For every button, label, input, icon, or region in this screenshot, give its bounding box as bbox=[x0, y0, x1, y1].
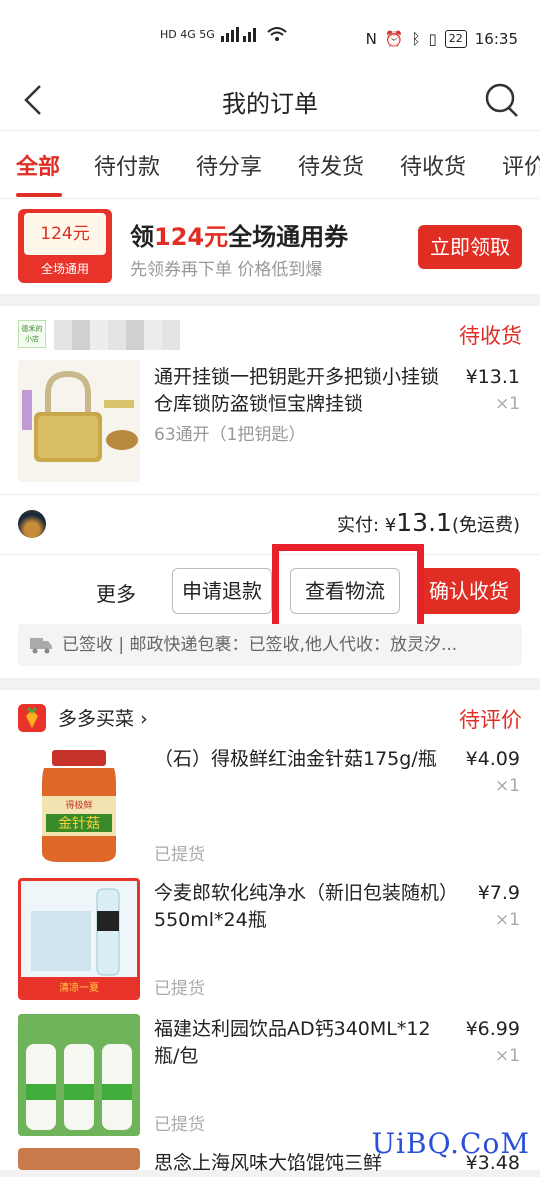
search-icon bbox=[485, 83, 518, 117]
ad-calcium-drink-image bbox=[18, 1014, 140, 1136]
coupon-title-prefix: 领 bbox=[130, 223, 154, 251]
pickup-status: 已提货 bbox=[154, 979, 205, 999]
order-status: 待评价 bbox=[459, 708, 522, 732]
page-title: 我的订单 bbox=[222, 90, 318, 118]
product-price: ¥13.1 bbox=[465, 366, 520, 388]
wifi-icon bbox=[267, 27, 287, 41]
order-card: 德禾的小店 待收货 通开挂锁一把钥匙开多把锁小挂锁仓库锁防盗锁恒宝牌挂锁 ¥13… bbox=[0, 306, 540, 678]
coupon-subtitle: 先领券再下单 价格低到爆 bbox=[130, 260, 323, 280]
paid-currency: ¥ bbox=[384, 515, 397, 536]
shop-name[interactable]: 多多买菜 › bbox=[58, 704, 148, 731]
alarm-icon: ⏰ bbox=[384, 30, 404, 48]
clock: 16:35 bbox=[474, 30, 518, 48]
paid-value: 13.1 bbox=[396, 508, 452, 537]
coupon-title: 领124元全场通用券 bbox=[130, 217, 348, 252]
product-price: ¥6.99 bbox=[465, 1018, 520, 1040]
padlock-image bbox=[18, 360, 140, 482]
product-quantity: ×1 bbox=[494, 910, 520, 930]
search-button[interactable] bbox=[484, 80, 520, 120]
tab-pending-payment[interactable]: 待付款 bbox=[94, 149, 160, 181]
more-button[interactable]: 更多 bbox=[96, 578, 136, 607]
logistics-bar[interactable]: 已签收 | 邮政快递包裹：已签收,他人代收：放灵汐... bbox=[18, 624, 522, 666]
nav-bar: 我的订单 bbox=[0, 72, 540, 130]
svg-text:清凉一夏: 清凉一夏 bbox=[59, 981, 99, 994]
paid-amount: 实付: ¥13.1(免运费) bbox=[337, 508, 520, 537]
battery-icon: 22 bbox=[444, 30, 467, 48]
product-thumbnail[interactable] bbox=[18, 1148, 140, 1170]
product-thumbnail[interactable]: 金针菇 得极鲜 bbox=[18, 744, 140, 866]
product-price: ¥4.09 bbox=[465, 748, 520, 770]
product-name[interactable]: 今麦郎软化纯净水（新旧包装随机）550ml*24瓶 bbox=[154, 880, 454, 934]
logistics-text: 已签收 | 邮政快递包裹：已签收,他人代收：放灵汐... bbox=[62, 635, 458, 655]
claim-coupon-button[interactable]: 立即领取 bbox=[418, 225, 522, 269]
ticket-label: 全场通用 bbox=[40, 262, 89, 276]
bluetooth-icon: ᛒ bbox=[411, 30, 421, 48]
active-tab-indicator bbox=[16, 193, 62, 197]
chevron-right-icon: › bbox=[140, 708, 148, 730]
shop-name-blurred bbox=[54, 320, 180, 350]
truck-icon bbox=[30, 638, 52, 654]
tab-pending-receipt[interactable]: 待收货 bbox=[400, 149, 466, 181]
product-price: ¥7.9 bbox=[477, 882, 520, 904]
refund-button[interactable]: 申请退款 bbox=[172, 568, 272, 614]
water-bottles-image: 清凉一夏 bbox=[21, 881, 137, 997]
product-name[interactable]: （石）得极鲜红油金针菇175g/瓶 bbox=[154, 746, 454, 773]
coupon-title-amount: 124元 bbox=[154, 223, 229, 251]
svg-text:得极鲜: 得极鲜 bbox=[65, 799, 92, 811]
network-indicators: HD 4G 5G bbox=[160, 26, 287, 42]
coupon-ticket-icon: 124元 全场通用 bbox=[18, 209, 112, 283]
confirm-receipt-button[interactable]: 确认收货 bbox=[418, 568, 520, 614]
tab-review[interactable]: 评价 bbox=[502, 149, 540, 181]
order-card: 多多买菜 › 待评价 金针菇 得极鲜 （石）得极鲜红油金针菇175g/瓶 ¥4.… bbox=[0, 690, 540, 1174]
order-status: 待收货 bbox=[459, 324, 522, 348]
signal-icon bbox=[220, 27, 256, 42]
pickup-status: 已提货 bbox=[154, 1115, 205, 1135]
highlight-box bbox=[272, 544, 424, 634]
network-text: HD 4G 5G bbox=[160, 27, 215, 41]
paid-note: (免运费) bbox=[451, 515, 520, 536]
vibrate-icon: ▯ bbox=[428, 30, 437, 48]
avatar bbox=[18, 510, 46, 538]
ticket-amount: 124元 bbox=[24, 213, 106, 255]
product-quantity: ×1 bbox=[494, 776, 520, 796]
paid-label: 实付: bbox=[337, 515, 385, 536]
order-tabs: 全部 待付款 待分享 待发货 待收货 评价 bbox=[0, 130, 540, 198]
duoduo-maicai-logo-icon[interactable] bbox=[18, 704, 46, 732]
coupon-banner: 124元 全场通用 领124元全场通用券 先领券再下单 价格低到爆 立即领取 bbox=[0, 198, 540, 294]
svg-text:金针菇: 金针菇 bbox=[58, 816, 100, 832]
watermark: UiBQ.CoM bbox=[371, 1127, 530, 1160]
divider bbox=[0, 554, 540, 555]
product-quantity: ×1 bbox=[494, 394, 520, 414]
shop-logo[interactable]: 德禾的小店 bbox=[18, 320, 46, 348]
product-spec: 63通开（1把钥匙） bbox=[154, 425, 306, 445]
coupon-title-suffix: 全场通用券 bbox=[228, 223, 349, 251]
divider bbox=[0, 494, 540, 495]
pickup-status: 已提货 bbox=[154, 845, 205, 865]
product-name[interactable]: 福建达利园饮品AD钙340ML*12瓶/包 bbox=[154, 1016, 454, 1070]
nfc-icon: N bbox=[365, 30, 377, 48]
status-bar: HD 4G 5G N ⏰ ᛒ ▯ 22 16:35 bbox=[0, 0, 540, 72]
mushroom-jar-image: 金针菇 得极鲜 bbox=[18, 744, 140, 866]
product-thumbnail[interactable] bbox=[18, 360, 140, 482]
status-right: N ⏰ ᛒ ▯ 22 16:35 bbox=[366, 30, 518, 48]
product-thumbnail[interactable] bbox=[18, 1014, 140, 1136]
tab-pending-share[interactable]: 待分享 bbox=[196, 149, 262, 181]
product-quantity: ×1 bbox=[494, 1046, 520, 1066]
tab-all[interactable]: 全部 bbox=[16, 149, 60, 181]
tab-pending-shipment[interactable]: 待发货 bbox=[298, 149, 364, 181]
product-name[interactable]: 通开挂锁一把钥匙开多把锁小挂锁仓库锁防盗锁恒宝牌挂锁 bbox=[154, 364, 454, 418]
product-thumbnail[interactable]: 清凉一夏 bbox=[18, 878, 140, 1000]
